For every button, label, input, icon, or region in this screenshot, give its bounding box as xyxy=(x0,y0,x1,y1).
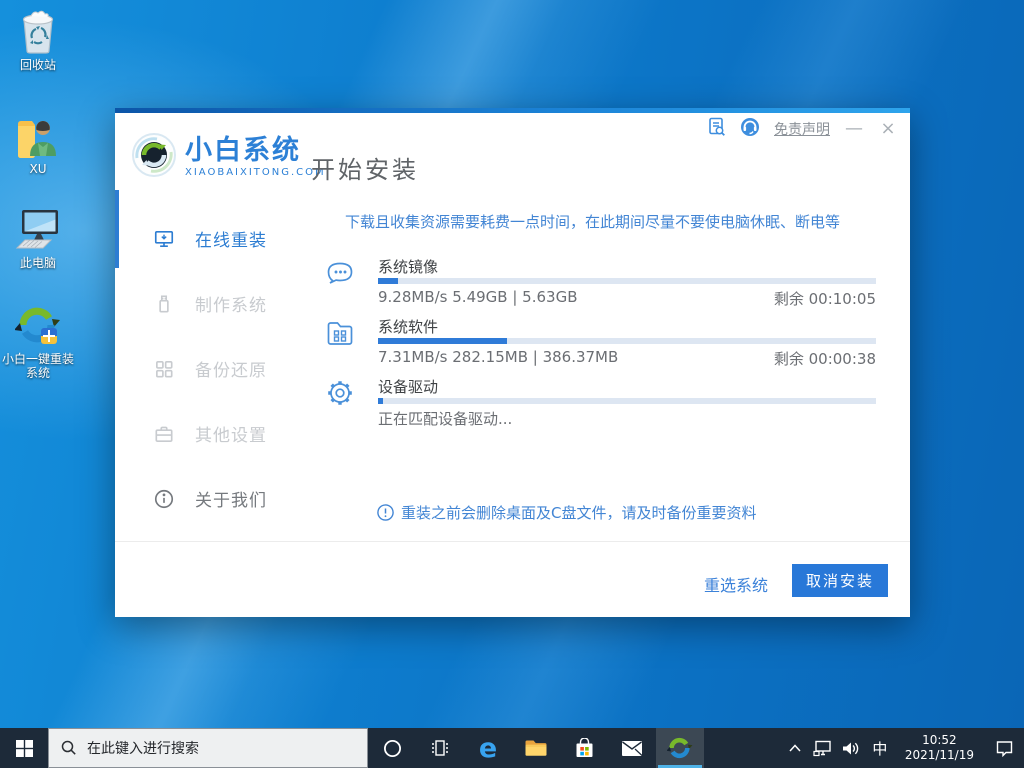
license-doc-icon[interactable] xyxy=(708,117,726,141)
task-title: 设备驱动 xyxy=(378,376,438,397)
xiaobai-logo-icon xyxy=(131,132,177,182)
disclaimer-link[interactable]: 免责声明 xyxy=(774,119,830,139)
usb-drive-icon xyxy=(153,293,175,315)
xiaobai-window: 免责声明 — × 小白系统 XIAOBAIXITONG.COM xyxy=(115,108,910,617)
sidebar-item-make-system[interactable]: 制作系统 xyxy=(115,271,305,336)
action-center-icon xyxy=(995,739,1014,757)
edge-icon: e xyxy=(479,733,497,764)
task-detail: 正在匹配设备驱动... xyxy=(378,408,512,429)
mail-icon xyxy=(621,740,643,757)
progress-fill xyxy=(378,338,507,344)
xiaobai-taskbar-button[interactable] xyxy=(656,728,704,768)
task-detail: 9.28MB/s 5.49GB | 5.63GB xyxy=(378,288,577,306)
download-notice: 下载且收集资源需要耗费一点时间，在此期间尽量不要使电脑休眠、断电等 xyxy=(345,211,885,232)
minimize-button[interactable]: — xyxy=(844,119,864,139)
store-button[interactable] xyxy=(560,728,608,768)
store-icon xyxy=(574,738,595,759)
taskbar-clock[interactable]: 10:52 2021/11/19 xyxy=(895,733,984,763)
task-title: 系统镜像 xyxy=(378,256,438,277)
desktop: 回收站 XU xyxy=(0,0,1024,768)
task-remaining: 剩余 00:00:38 xyxy=(774,348,876,369)
task-remaining: 剩余 00:10:05 xyxy=(774,288,876,309)
start-button[interactable] xyxy=(0,728,48,768)
backup-grid-icon xyxy=(153,358,175,380)
reselect-system-link[interactable]: 重选系统 xyxy=(704,572,768,596)
taskbar: 在此键入进行搜索 e xyxy=(0,728,1024,768)
tray-chevron-up-icon[interactable] xyxy=(781,728,809,768)
sidebar-menu: 在线重装 制作系统 xyxy=(115,206,305,531)
this-pc-icon xyxy=(0,206,76,252)
customer-service-icon[interactable] xyxy=(740,117,760,141)
sidebar-item-about-us[interactable]: 关于我们 xyxy=(115,466,305,531)
brand-name: 小白系统 xyxy=(185,137,326,165)
progress-fill xyxy=(378,398,383,404)
file-explorer-button[interactable] xyxy=(512,728,560,768)
app-logo: 小白系统 XIAOBAIXITONG.COM xyxy=(131,132,326,182)
sidebar-item-label: 在线重装 xyxy=(195,226,267,251)
network-icon[interactable] xyxy=(809,728,837,768)
action-center-button[interactable] xyxy=(984,728,1024,768)
task-view-icon xyxy=(429,738,451,758)
search-icon xyxy=(61,740,77,756)
backup-warning: 重装之前会删除桌面及C盘文件，请及时备份重要资料 xyxy=(377,502,756,523)
clock-date: 2021/11/19 xyxy=(905,748,974,763)
windows-logo-icon xyxy=(16,740,33,757)
desktop-icon-label: 回收站 xyxy=(0,58,76,72)
chat-face-icon xyxy=(323,256,357,290)
close-button[interactable]: × xyxy=(878,119,898,139)
sidebar-item-label: 制作系统 xyxy=(195,291,267,316)
backup-warning-text: 重装之前会删除桌面及C盘文件，请及时备份重要资料 xyxy=(401,502,756,523)
brand-site: XIAOBAIXITONG.COM xyxy=(185,167,326,178)
cortana-icon xyxy=(383,739,402,758)
sidebar-item-other-settings[interactable]: 其他设置 xyxy=(115,401,305,466)
progress-bar xyxy=(378,278,876,284)
desktop-icon-label: 小白一键重装系统 xyxy=(0,352,76,380)
window-footer: 重选系统 取消安装 xyxy=(115,541,910,617)
file-explorer-icon xyxy=(524,738,548,758)
sidebar-item-label: 其他设置 xyxy=(195,421,267,446)
user-folder-icon xyxy=(0,112,76,158)
system-tray: 中 10:52 2021/11/19 xyxy=(781,728,1024,768)
info-icon xyxy=(153,488,175,510)
progress-bar xyxy=(378,398,876,404)
desktop-icon-xiaobai-app[interactable]: 小白一键重装系统 xyxy=(0,302,76,380)
taskbar-search-input[interactable]: 在此键入进行搜索 xyxy=(48,728,368,768)
folder-apps-icon xyxy=(323,316,357,350)
sidebar-item-label: 关于我们 xyxy=(195,486,267,511)
task-detail: 7.31MB/s 282.15MB | 386.37MB xyxy=(378,348,618,366)
desktop-icon-recycle-bin[interactable]: 回收站 xyxy=(0,8,76,72)
desktop-icon-this-pc[interactable]: 此电脑 xyxy=(0,206,76,270)
clock-time: 10:52 xyxy=(905,733,974,748)
window-accent-bar xyxy=(115,108,910,113)
monitor-reinstall-icon xyxy=(153,228,175,250)
desktop-icon-label: 此电脑 xyxy=(0,256,76,270)
desktop-icon-label: XU xyxy=(0,162,76,176)
briefcase-icon xyxy=(153,423,175,445)
volume-icon[interactable] xyxy=(837,728,865,768)
mail-button[interactable] xyxy=(608,728,656,768)
cancel-install-button[interactable]: 取消安装 xyxy=(792,564,888,597)
sidebar-item-online-reinstall[interactable]: 在线重装 xyxy=(115,206,305,271)
page-title: 开始安装 xyxy=(311,150,419,185)
progress-fill xyxy=(378,278,398,284)
task-title: 系统软件 xyxy=(378,316,438,337)
search-placeholder: 在此键入进行搜索 xyxy=(87,738,199,758)
task-view-button[interactable] xyxy=(416,728,464,768)
gear-icon xyxy=(323,376,357,410)
progress-bar xyxy=(378,338,876,344)
recycle-bin-icon xyxy=(0,8,76,54)
edge-button[interactable]: e xyxy=(464,728,512,768)
alert-circle-icon xyxy=(377,504,394,521)
xiaobai-app-icon xyxy=(0,302,76,348)
xiaobai-taskbar-icon xyxy=(667,735,693,761)
ime-indicator[interactable]: 中 xyxy=(865,738,895,759)
cortana-button[interactable] xyxy=(368,728,416,768)
sidebar-item-backup-restore[interactable]: 备份还原 xyxy=(115,336,305,401)
desktop-icon-user-folder[interactable]: XU xyxy=(0,112,76,176)
sidebar-item-label: 备份还原 xyxy=(195,356,267,381)
